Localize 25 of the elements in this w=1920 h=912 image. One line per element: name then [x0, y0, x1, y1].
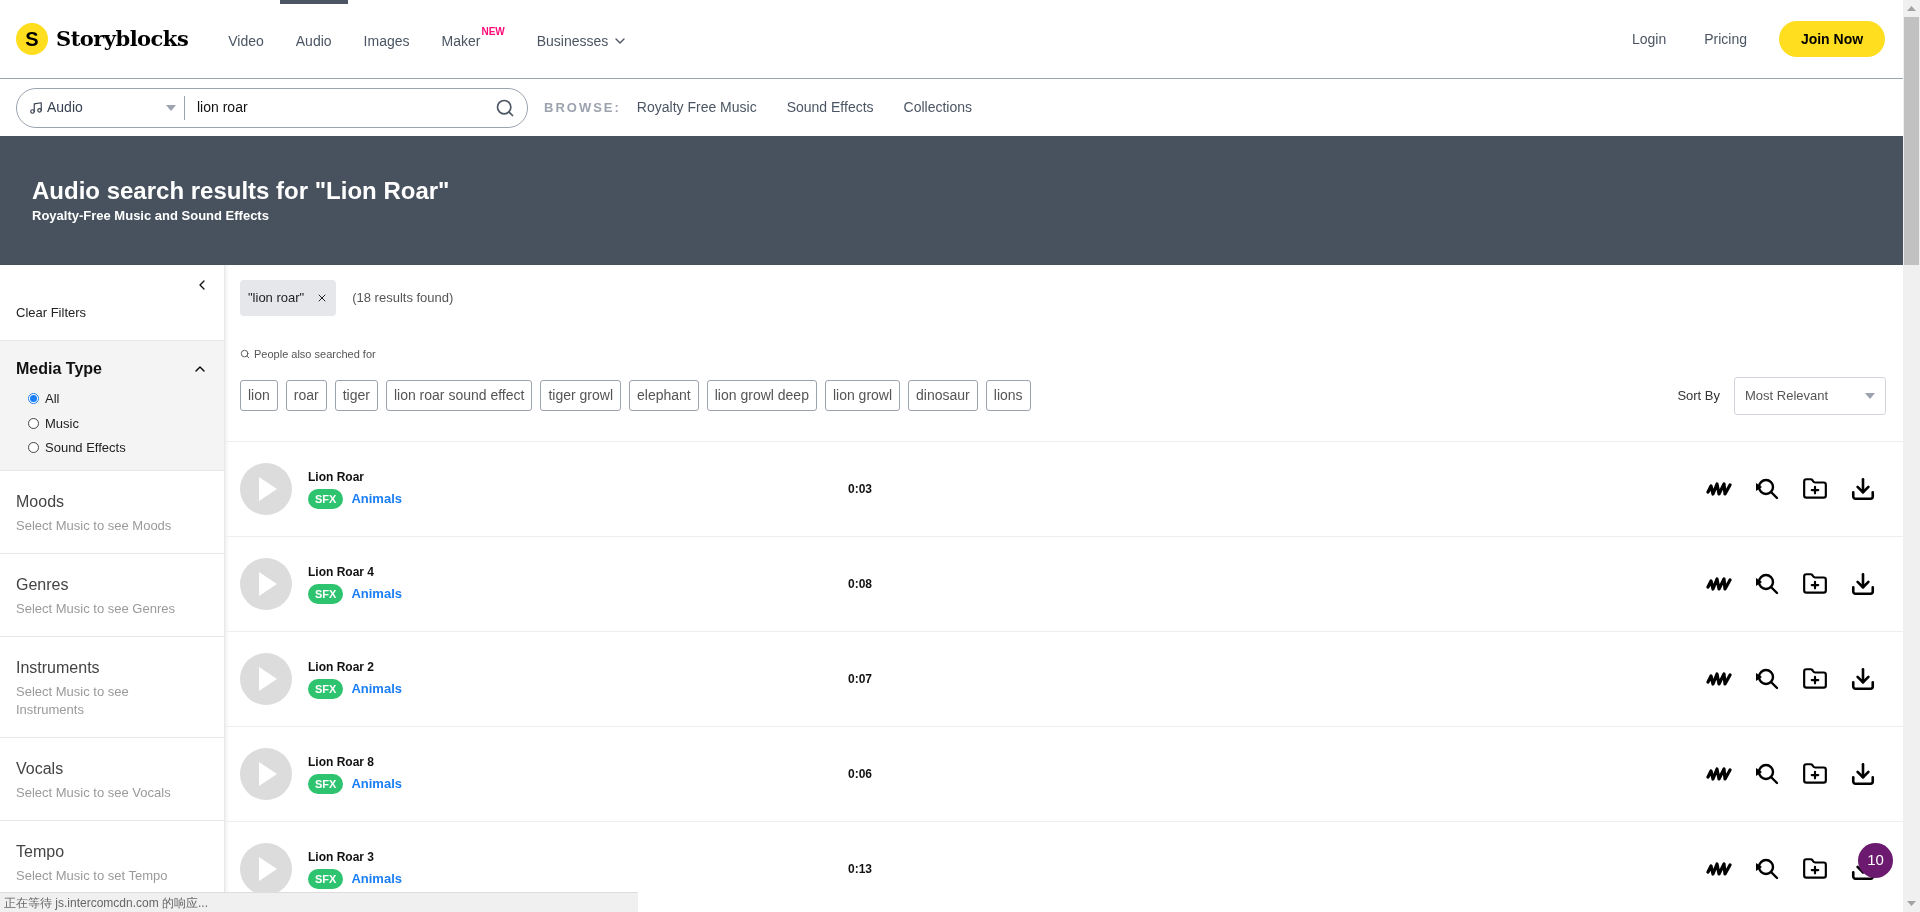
sfx-badge: SFX — [308, 583, 344, 605]
sfx-badge: SFX — [308, 488, 344, 510]
filter-hint: Select Music to see Instruments — [16, 682, 130, 719]
status-tooltip: 正在等待 js.intercomcdn.com 的响应... — [0, 892, 638, 912]
sfx-badge: SFX — [308, 678, 344, 700]
sort-label: Sort By — [1677, 386, 1720, 405]
results-count: (18 results found) — [352, 289, 454, 308]
filter-hint: Select Music to set Tempo — [16, 866, 169, 885]
track-duration: 0:07 — [848, 670, 873, 688]
filter-hint: Select Music to see Moods — [16, 516, 173, 535]
banner-title: Audio search results for "Lion Roar" — [32, 175, 451, 206]
filter-chip-text: "lion roar" — [248, 289, 305, 308]
sfx-badge: SFX — [308, 773, 344, 795]
track-duration: 0:08 — [848, 575, 873, 593]
sfx-badge: SFX — [308, 868, 344, 890]
banner-subtitle: Royalty-Free Music and Sound Effects — [32, 206, 270, 225]
track-duration: 0:06 — [848, 765, 873, 783]
filter-hint: Select Music to see Genres — [16, 599, 176, 618]
track-duration: 0:13 — [848, 860, 873, 878]
new-label: NEW — [481, 26, 505, 38]
browse-label: BROWSE: — [544, 98, 621, 117]
sort-value: Most Relevant — [1745, 386, 1829, 405]
filter-hint: Select Music to see Vocals — [16, 783, 172, 802]
track-duration: 0:03 — [848, 480, 873, 498]
also-searched-label: People also searched for — [254, 347, 376, 362]
